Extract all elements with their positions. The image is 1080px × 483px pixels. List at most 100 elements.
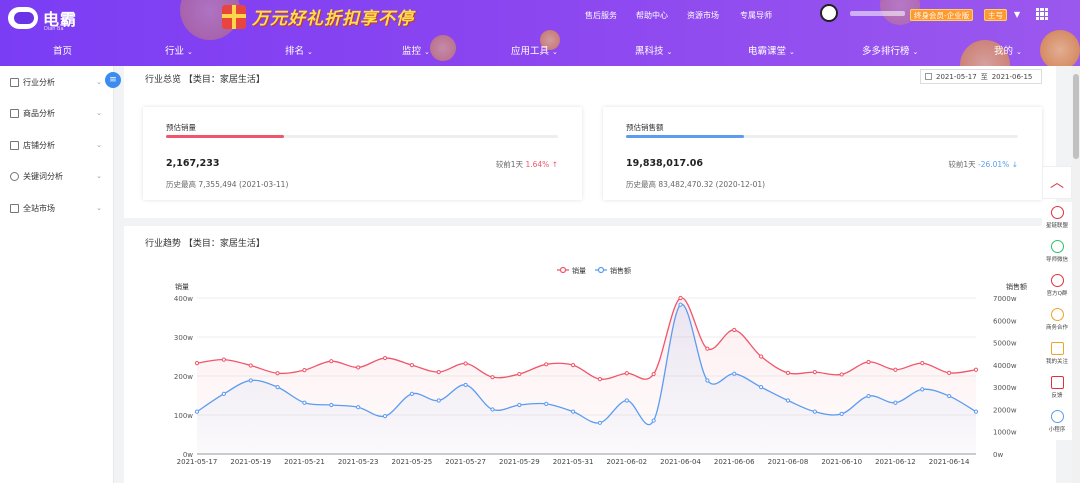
sidebar-item-product-analysis[interactable]: 商品分析 ⌄	[10, 107, 106, 119]
chevron-down-icon: ⌄	[96, 204, 102, 212]
nav-label: 我的	[994, 46, 1014, 57]
handshake-icon	[1050, 308, 1064, 321]
nav-label: 首页	[53, 46, 73, 57]
scrollbar-thumb[interactable]	[1073, 74, 1079, 159]
page-scrollbar[interactable]	[1072, 66, 1080, 483]
search-icon	[10, 171, 19, 181]
data-point	[275, 385, 280, 390]
progress-fill	[626, 135, 744, 138]
chevron-down-icon: ⌄	[424, 48, 430, 56]
data-point	[517, 402, 522, 408]
data-point	[356, 405, 361, 410]
toolbar-item-feedback[interactable]: 反馈	[1042, 372, 1072, 406]
toolbar-item-follow[interactable]: 我的关注	[1042, 338, 1072, 372]
data-point	[812, 370, 817, 375]
data-point	[329, 359, 334, 364]
nav-black-tech[interactable]: 黑科技 ⌄	[635, 43, 672, 57]
data-point	[356, 365, 361, 370]
nav-home[interactable]: 首页	[53, 43, 72, 57]
stat-label: 预估销量	[166, 123, 196, 132]
nav-classroom[interactable]: 电霸课堂 ⌄	[748, 43, 795, 57]
stat-value: 19,838,017.06	[626, 158, 703, 169]
data-point	[651, 418, 656, 423]
compare-label: 较前1天	[948, 160, 976, 169]
grid-icon	[10, 203, 19, 213]
nav-monitor[interactable]: 监控 ⌄	[402, 43, 430, 57]
avatar[interactable]	[820, 4, 838, 22]
member-badge[interactable]: 终身会员-企业版	[910, 9, 974, 21]
y-right-tick-label: 1000w	[993, 429, 1017, 437]
nav-mine[interactable]: 我的 ⌄	[994, 43, 1022, 57]
stat-card-sales-amount: 预估销售额 19,838,017.06 较前1天 -26.01% ↓ 历史最高 …	[603, 107, 1042, 200]
chevron-down-icon: ⌄	[187, 48, 193, 56]
toolbar-item-wechat[interactable]: 导师微信	[1042, 236, 1072, 270]
data-point	[866, 359, 871, 365]
sidebar-item-label: 店铺分析	[23, 140, 55, 150]
chevron-down-icon[interactable]: ▼	[1014, 10, 1020, 19]
sidebar-item-market[interactable]: 全站市场 ⌄	[10, 202, 106, 214]
username-masked	[850, 11, 905, 16]
data-point	[221, 357, 226, 362]
overview-title: 行业总览 【类目：家居生活】	[145, 75, 265, 85]
data-point	[248, 378, 253, 383]
y-left-tick-label: 100w	[174, 412, 193, 420]
apps-grid-icon[interactable]	[1036, 8, 1048, 20]
stat-compare: 较前1天 1.64% ↑	[496, 159, 558, 170]
toolbar-item-qq-group[interactable]: 官方Q群	[1042, 270, 1072, 304]
sidebar-item-label: 行业分析	[23, 77, 55, 87]
data-point	[463, 382, 468, 388]
sidebar-item-keyword-analysis[interactable]: 关键词分析 ⌄	[10, 170, 106, 182]
link-help-center[interactable]: 帮助中心	[636, 10, 668, 21]
data-point	[893, 400, 898, 405]
chevron-up-icon[interactable]: ︿	[1042, 166, 1072, 199]
data-point	[920, 361, 925, 366]
account-badge[interactable]: 主号	[984, 9, 1007, 21]
y-left-tick-label: 300w	[174, 334, 193, 342]
toolbar-label: 我的关注	[1045, 359, 1068, 365]
legend-marker	[597, 266, 605, 274]
data-point	[194, 409, 200, 414]
chevron-down-icon: ⌄	[96, 141, 102, 149]
sidebar-item-shop-analysis[interactable]: 店铺分析 ⌄	[10, 139, 106, 151]
date-range-picker[interactable]: 2021-05-17 至 2021-06-15	[920, 69, 1042, 84]
sidebar-item-industry-analysis[interactable]: 行业分析 ⌄	[10, 76, 106, 88]
chevron-down-icon: ⌄	[96, 109, 102, 117]
link-resource-market[interactable]: 资源市场	[687, 10, 719, 21]
data-point	[947, 370, 952, 375]
promo-banner[interactable]: 万元好礼折扣享不停	[222, 4, 414, 29]
nav-label: 多多排行榜	[862, 46, 910, 57]
toolbar-item-mini-program[interactable]: 小程序	[1042, 406, 1072, 440]
nav-ranking[interactable]: 排名 ⌄	[285, 43, 313, 57]
nav-pdd-ranking[interactable]: 多多排行榜 ⌄	[862, 43, 918, 57]
legend-label: 销量	[572, 266, 586, 275]
progress-fill	[166, 135, 284, 138]
brand-logo[interactable]: 电霸 Dian Ba	[8, 6, 77, 32]
x-tick-label: 2021-05-27	[445, 458, 486, 466]
data-point	[490, 375, 495, 380]
toolbar-item-business[interactable]: 商务合作	[1042, 304, 1072, 338]
x-tick-label: 2021-06-04	[660, 458, 701, 466]
arrow-down-icon: ↓	[1011, 160, 1018, 169]
toolbar-label: 星链联盟	[1045, 223, 1068, 229]
y-right-tick-label: 3000w	[993, 384, 1017, 392]
trend-chart: 0w100w200w300w400w0w1000w2000w3000w4000w…	[174, 266, 1027, 466]
progress-track	[166, 135, 558, 138]
data-point	[920, 387, 925, 392]
nav-tools[interactable]: 应用工具 ⌄	[511, 43, 558, 57]
x-tick-label: 2021-06-12	[875, 458, 916, 466]
nav-industry[interactable]: 行业 ⌄	[165, 43, 193, 57]
chevron-down-icon: ⌄	[96, 172, 102, 180]
data-point	[624, 398, 629, 403]
menu-icon[interactable]: ≡	[105, 72, 121, 88]
y-right-tick-label: 5000w	[993, 340, 1017, 348]
stat-history: 历史最高 83,482,470.32 (2020-12-01)	[626, 180, 766, 189]
data-point	[570, 362, 576, 368]
sidebar-item-label: 全站市场	[23, 203, 55, 213]
chevron-down-icon: ⌄	[552, 48, 558, 56]
data-point	[651, 371, 656, 377]
y-left-axis-label: 销量	[175, 282, 189, 291]
chart-icon	[10, 77, 19, 87]
link-after-sales[interactable]: 售后服务	[585, 10, 617, 21]
link-mentor[interactable]: 专属导师	[740, 10, 772, 21]
toolbar-item-alliance[interactable]: 星链联盟	[1042, 202, 1072, 236]
